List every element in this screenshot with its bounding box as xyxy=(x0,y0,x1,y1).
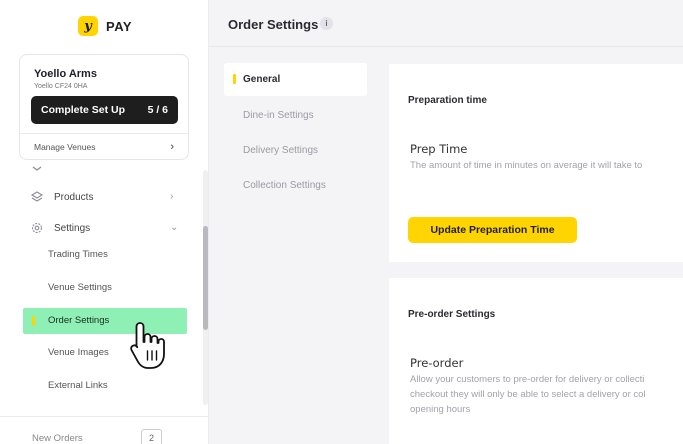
update-preparation-time-button[interactable]: Update Preparation Time xyxy=(408,217,577,243)
brand-logo[interactable]: y PAY xyxy=(78,16,132,36)
layers-icon xyxy=(30,164,44,174)
chevron-right-icon: › xyxy=(170,141,174,153)
new-orders-label[interactable]: New Orders xyxy=(32,433,83,444)
complete-setup-label: Complete Set Up xyxy=(41,104,126,116)
page-title: Order Settings xyxy=(228,17,319,32)
setup-progress: 5 / 6 xyxy=(147,104,168,116)
venue-card: Yoello Arms Yoello CF24 0HA Complete Set… xyxy=(19,54,189,160)
sidebar-item-partial[interactable] xyxy=(30,164,54,174)
gear-icon xyxy=(30,221,44,235)
sidebar-footer: New Orders 2 xyxy=(0,416,208,444)
venue-name: Yoello Arms xyxy=(34,68,97,80)
tab-general[interactable]: General xyxy=(224,63,367,96)
tab-dine-in-settings[interactable]: Dine-in Settings xyxy=(224,98,367,133)
active-indicator xyxy=(32,316,35,326)
preorder-description-line: Allow your customers to pre-order for de… xyxy=(410,374,645,385)
sidebar-item-settings[interactable]: Settings xyxy=(30,221,90,235)
chevron-right-icon: › xyxy=(170,191,174,202)
header-divider xyxy=(209,46,683,47)
preparation-time-card: Preparation time Prep Time The amount of… xyxy=(389,64,683,262)
complete-setup-button[interactable]: Complete Set Up 5 / 6 xyxy=(31,96,178,124)
card-title: Pre-order Settings xyxy=(408,309,496,320)
prep-time-description: The amount of time in minutes on average… xyxy=(410,160,643,171)
sidebar-subitem-label: Order Settings xyxy=(48,315,110,326)
venue-address: Yoello CF24 0HA xyxy=(34,83,88,90)
card-title: Preparation time xyxy=(408,95,487,106)
sidebar-subitem-external-links[interactable]: External Links xyxy=(48,380,108,391)
preorder-settings-card: Pre-order Settings Pre-order Allow your … xyxy=(389,278,683,444)
layers-icon xyxy=(30,190,44,204)
tab-delivery-settings[interactable]: Delivery Settings xyxy=(224,133,367,168)
preorder-label: Pre-order xyxy=(410,356,464,370)
manage-venues-label: Manage Venues xyxy=(34,142,96,152)
info-icon[interactable]: i xyxy=(320,17,333,30)
sidebar-item-label: Products xyxy=(54,191,94,203)
sidebar-subitem-venue-settings[interactable]: Venue Settings xyxy=(48,282,112,293)
tab-collection-settings[interactable]: Collection Settings xyxy=(224,168,367,203)
settings-tab-list: General Dine-in Settings Delivery Settin… xyxy=(224,63,367,203)
manage-venues-link[interactable]: Manage Venues › xyxy=(20,133,188,160)
yoello-logo-icon: y xyxy=(78,16,98,36)
sidebar: y PAY Yoello Arms Yoello CF24 0HA Comple… xyxy=(0,0,209,444)
preorder-description-line: opening hours xyxy=(410,404,471,415)
prep-time-label: Prep Time xyxy=(410,142,468,156)
sidebar-subitem-venue-images[interactable]: Venue Images xyxy=(48,347,109,358)
brand-name: PAY xyxy=(106,18,133,34)
sidebar-scrollbar-thumb[interactable] xyxy=(203,226,208,330)
sidebar-item-label: Settings xyxy=(54,222,91,234)
chevron-down-icon: ⌄ xyxy=(170,222,179,233)
hand-pointer-cursor-icon xyxy=(130,322,165,369)
preorder-description-line: checkout they will only be able to selec… xyxy=(410,389,646,400)
sidebar-subitem-trading-times[interactable]: Trading Times xyxy=(48,249,108,260)
new-orders-count-badge: 2 xyxy=(141,429,162,444)
sidebar-item-products[interactable]: Products xyxy=(30,190,93,204)
